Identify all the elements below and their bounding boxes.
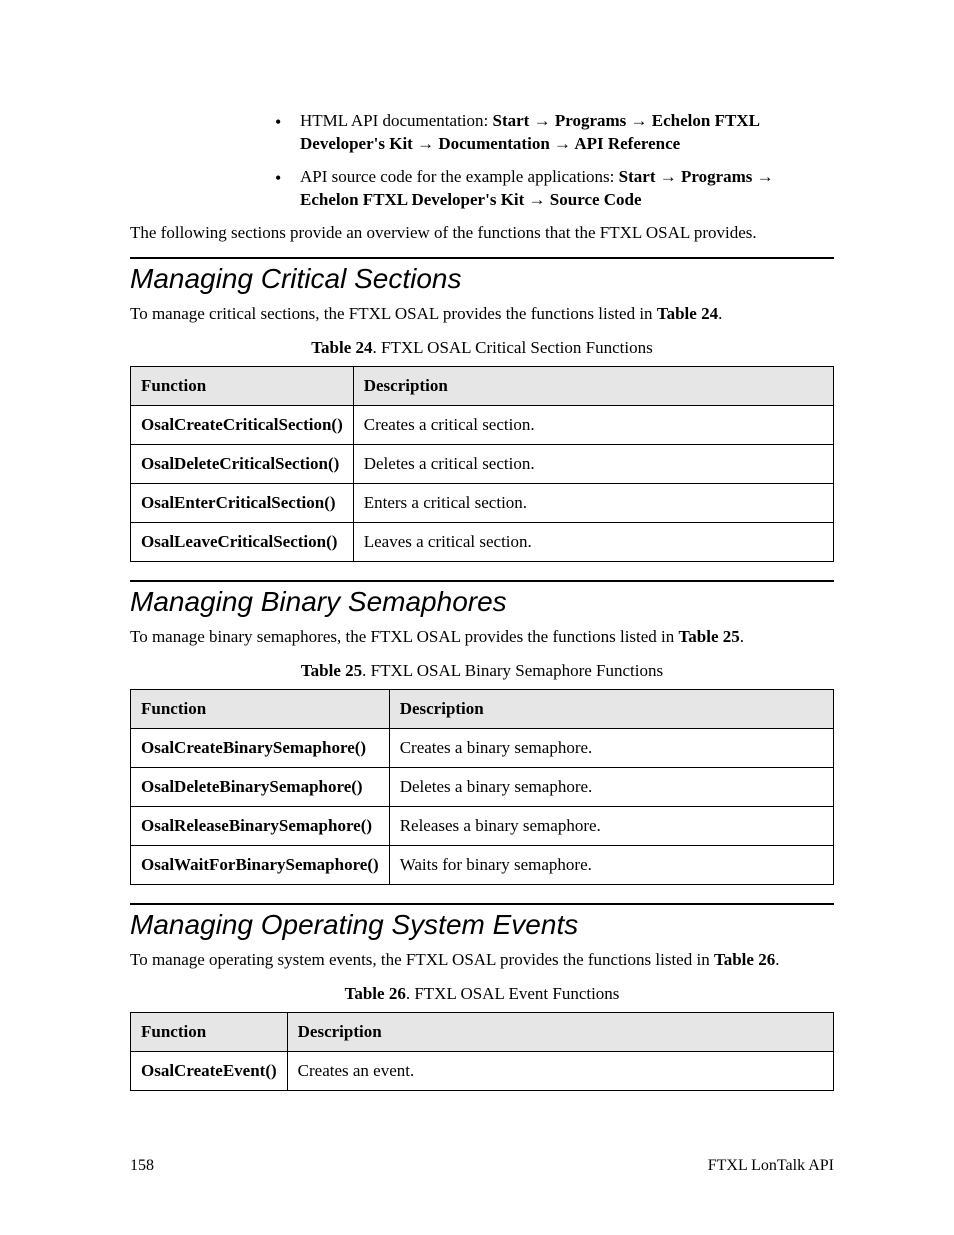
section-rule <box>130 257 834 259</box>
table-caption: Table 26. FTXL OSAL Event Functions <box>130 984 834 1004</box>
fn-desc: Deletes a critical section. <box>353 444 833 483</box>
col-function: Function <box>131 366 354 405</box>
section-intro: To manage critical sections, the FTXL OS… <box>130 303 834 326</box>
col-function: Function <box>131 689 390 728</box>
table-caption: Table 25. FTXL OSAL Binary Semaphore Fun… <box>130 661 834 681</box>
bullet-lead: HTML API documentation: <box>300 111 493 130</box>
table-header-row: Function Description <box>131 366 834 405</box>
intro-pre: To manage binary semaphores, the FTXL OS… <box>130 627 679 646</box>
section-rule <box>130 580 834 582</box>
fn-name: OsalWaitForBinarySemaphore() <box>131 845 390 884</box>
page: HTML API documentation: Start → Programs… <box>0 0 954 1235</box>
intro-pre: To manage operating system events, the F… <box>130 950 714 969</box>
col-description: Description <box>353 366 833 405</box>
intro-post: . <box>775 950 779 969</box>
fn-name: OsalDeleteCriticalSection() <box>131 444 354 483</box>
footer-title: FTXL LonTalk API <box>708 1157 834 1175</box>
fn-name: OsalReleaseBinarySemaphore() <box>131 806 390 845</box>
table-row: OsalDeleteBinarySemaphore()Deletes a bin… <box>131 767 834 806</box>
intro-pre: To manage critical sections, the FTXL OS… <box>130 304 657 323</box>
fn-name: OsalDeleteBinarySemaphore() <box>131 767 390 806</box>
table-row: OsalWaitForBinarySemaphore()Waits for bi… <box>131 845 834 884</box>
caption-rest: . FTXL OSAL Binary Semaphore Functions <box>362 661 663 680</box>
fn-name: OsalCreateEvent() <box>131 1051 288 1090</box>
intro-ref: Table 26 <box>714 950 775 969</box>
intro-ref: Table 24 <box>657 304 718 323</box>
bullet-item: HTML API documentation: Start → Programs… <box>300 110 834 156</box>
caption-rest: . FTXL OSAL Critical Section Functions <box>373 338 653 357</box>
intro-bullets: HTML API documentation: Start → Programs… <box>130 110 834 212</box>
fn-desc: Releases a binary semaphore. <box>389 806 833 845</box>
col-description: Description <box>389 689 833 728</box>
table-row: OsalCreateCriticalSection()Creates a cri… <box>131 405 834 444</box>
section-intro: To manage operating system events, the F… <box>130 949 834 972</box>
table-header-row: Function Description <box>131 1012 834 1051</box>
table-row: OsalDeleteCriticalSection()Deletes a cri… <box>131 444 834 483</box>
table-row: OsalCreateBinarySemaphore()Creates a bin… <box>131 728 834 767</box>
section-heading: Managing Critical Sections <box>130 263 834 295</box>
table-row: OsalLeaveCriticalSection()Leaves a criti… <box>131 522 834 561</box>
overview-paragraph: The following sections provide an overvi… <box>130 222 834 245</box>
fn-desc: Waits for binary semaphore. <box>389 845 833 884</box>
page-number: 158 <box>130 1157 154 1175</box>
fn-desc: Enters a critical section. <box>353 483 833 522</box>
table-caption: Table 24. FTXL OSAL Critical Section Fun… <box>130 338 834 358</box>
fn-desc: Leaves a critical section. <box>353 522 833 561</box>
caption-label: Table 26 <box>345 984 406 1003</box>
intro-post: . <box>740 627 744 646</box>
bullet-item: API source code for the example applicat… <box>300 166 834 212</box>
fn-desc: Deletes a binary semaphore. <box>389 767 833 806</box>
col-description: Description <box>287 1012 833 1051</box>
bullet-lead: API source code for the example applicat… <box>300 167 619 186</box>
intro-ref: Table 25 <box>679 627 740 646</box>
section-intro: To manage binary semaphores, the FTXL OS… <box>130 626 834 649</box>
caption-label: Table 25 <box>301 661 362 680</box>
table-row: OsalCreateEvent()Creates an event. <box>131 1051 834 1090</box>
table-row: OsalReleaseBinarySemaphore()Releases a b… <box>131 806 834 845</box>
section-heading: Managing Operating System Events <box>130 909 834 941</box>
fn-desc: Creates an event. <box>287 1051 833 1090</box>
caption-rest: . FTXL OSAL Event Functions <box>406 984 620 1003</box>
fn-name: OsalEnterCriticalSection() <box>131 483 354 522</box>
page-footer: 158 FTXL LonTalk API <box>130 1157 834 1175</box>
fn-name: OsalCreateBinarySemaphore() <box>131 728 390 767</box>
fn-name: OsalCreateCriticalSection() <box>131 405 354 444</box>
table-row: OsalEnterCriticalSection()Enters a criti… <box>131 483 834 522</box>
section-heading: Managing Binary Semaphores <box>130 586 834 618</box>
section-rule <box>130 903 834 905</box>
fn-desc: Creates a binary semaphore. <box>389 728 833 767</box>
critical-section-table: Function Description OsalCreateCriticalS… <box>130 366 834 562</box>
col-function: Function <box>131 1012 288 1051</box>
table-header-row: Function Description <box>131 689 834 728</box>
fn-desc: Creates a critical section. <box>353 405 833 444</box>
binary-semaphore-table: Function Description OsalCreateBinarySem… <box>130 689 834 885</box>
intro-post: . <box>718 304 722 323</box>
event-table: Function Description OsalCreateEvent()Cr… <box>130 1012 834 1091</box>
fn-name: OsalLeaveCriticalSection() <box>131 522 354 561</box>
caption-label: Table 24 <box>311 338 372 357</box>
